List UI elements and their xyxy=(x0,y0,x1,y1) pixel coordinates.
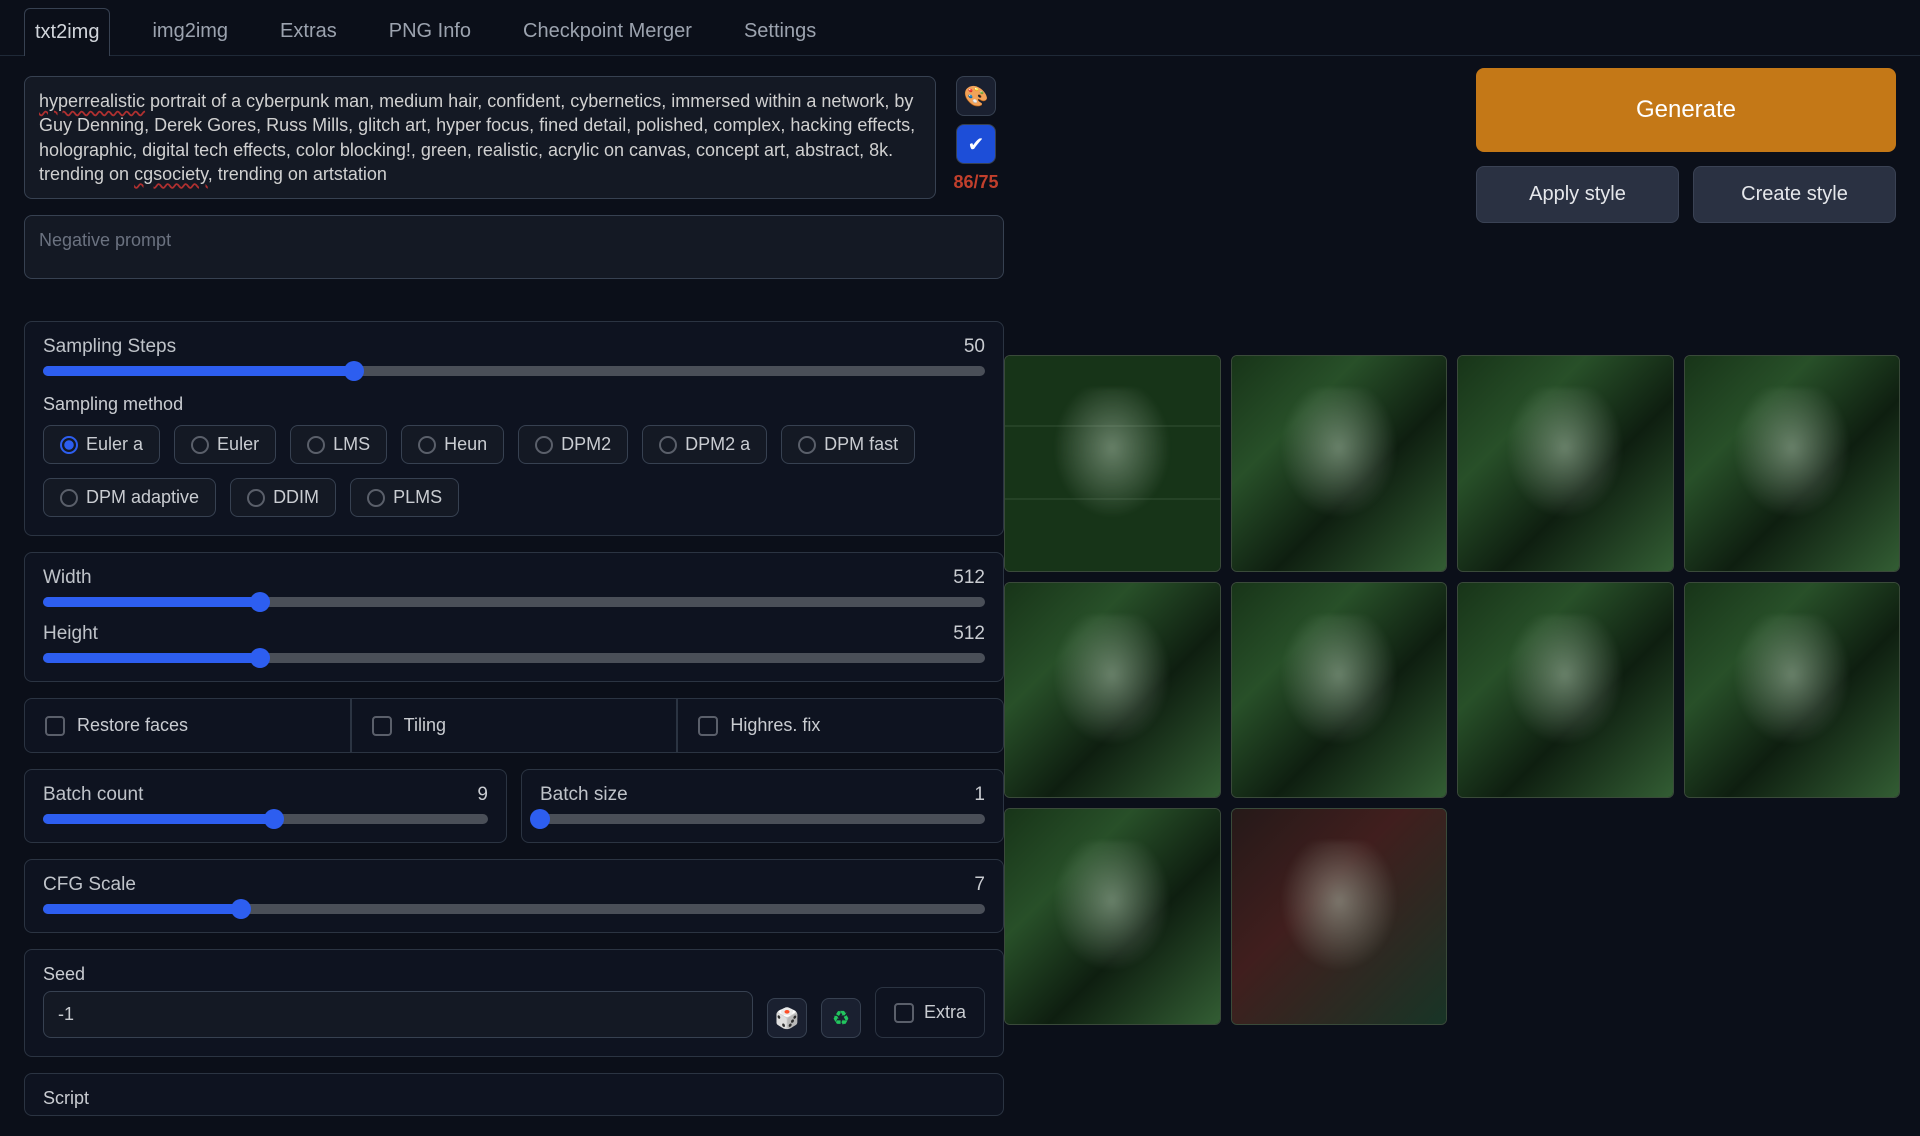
dimensions-panel: Width 512 Height 512 xyxy=(24,552,1004,682)
batch-size-value: 1 xyxy=(974,784,985,806)
width-label: Width xyxy=(43,567,92,589)
width-slider[interactable] xyxy=(43,597,985,607)
radio-dpmfast[interactable]: DPM fast xyxy=(781,425,915,464)
cfg-value: 7 xyxy=(974,874,985,896)
gallery-thumb[interactable] xyxy=(1684,355,1901,572)
apply-style-button[interactable]: Apply style xyxy=(1476,166,1679,223)
tab-txt2img[interactable]: txt2img xyxy=(24,8,110,56)
gallery-thumb[interactable] xyxy=(1457,355,1674,572)
negative-prompt-input[interactable]: Negative prompt xyxy=(24,215,1004,279)
prompt-text-end: , trending on artstation xyxy=(208,164,387,184)
batch-count-panel: Batch count 9 xyxy=(24,769,507,843)
cfg-label: CFG Scale xyxy=(43,874,136,896)
radio-dpmadaptive[interactable]: DPM adaptive xyxy=(43,478,216,517)
radio-dpm2a[interactable]: DPM2 a xyxy=(642,425,767,464)
gallery-thumb[interactable] xyxy=(1457,582,1674,799)
sampling-steps-slider[interactable] xyxy=(43,366,985,376)
seed-input[interactable] xyxy=(43,991,753,1038)
radio-dpm2[interactable]: DPM2 xyxy=(518,425,628,464)
gallery-thumb[interactable] xyxy=(1231,808,1448,1025)
batch-size-label: Batch size xyxy=(540,784,628,806)
palette-icon[interactable]: 🎨 xyxy=(956,76,996,116)
radio-ddim[interactable]: DDIM xyxy=(230,478,336,517)
dice-icon[interactable]: 🎲 xyxy=(767,998,807,1038)
script-label: Script xyxy=(43,1088,985,1109)
radio-plms[interactable]: PLMS xyxy=(350,478,459,517)
restore-faces-checkbox[interactable]: Restore faces xyxy=(24,698,351,753)
batch-count-value: 9 xyxy=(477,784,488,806)
check-icon[interactable]: ✔ xyxy=(956,124,996,164)
sampling-method-label: Sampling method xyxy=(43,394,985,415)
radio-euler-a[interactable]: Euler a xyxy=(43,425,160,464)
gallery-thumb[interactable] xyxy=(1004,582,1221,799)
create-style-button[interactable]: Create style xyxy=(1693,166,1896,223)
tab-img2img[interactable]: img2img xyxy=(142,8,238,55)
batch-count-label: Batch count xyxy=(43,784,143,806)
generate-button[interactable]: Generate xyxy=(1476,68,1896,152)
sampling-method-group: Euler a Euler LMS Heun DPM2 DPM2 a DPM f… xyxy=(43,425,985,517)
height-slider[interactable] xyxy=(43,653,985,663)
cfg-slider[interactable] xyxy=(43,904,985,914)
prompt-word-2: cgsociety xyxy=(134,164,208,184)
height-label: Height xyxy=(43,623,98,645)
cfg-panel: CFG Scale 7 xyxy=(24,859,1004,933)
tiling-checkbox[interactable]: Tiling xyxy=(351,698,678,753)
options-row: Restore faces Tiling Highres. fix xyxy=(24,698,1004,753)
batch-count-slider[interactable] xyxy=(43,814,488,824)
highres-fix-checkbox[interactable]: Highres. fix xyxy=(677,698,1004,753)
gallery-thumb[interactable] xyxy=(1231,582,1448,799)
tab-extras[interactable]: Extras xyxy=(270,8,347,55)
prompt-word-1: hyperrealistic xyxy=(39,91,145,111)
height-value: 512 xyxy=(953,623,985,645)
radio-euler[interactable]: Euler xyxy=(174,425,276,464)
output-gallery xyxy=(1004,355,1900,1025)
recycle-icon[interactable]: ♻ xyxy=(821,998,861,1038)
gallery-thumb[interactable] xyxy=(1004,808,1221,1025)
sampling-panel: Sampling Steps 50 Sampling method Euler a… xyxy=(24,321,1004,536)
radio-lms[interactable]: LMS xyxy=(290,425,387,464)
batch-size-slider[interactable] xyxy=(540,814,985,824)
prompt-input[interactable]: hyperrealistic portrait of a cyberpunk m… xyxy=(24,76,936,199)
seed-label: Seed xyxy=(43,964,753,985)
width-value: 512 xyxy=(953,567,985,589)
sampling-steps-value: 50 xyxy=(964,336,985,358)
tab-pnginfo[interactable]: PNG Info xyxy=(379,8,481,55)
sampling-steps-label: Sampling Steps xyxy=(43,336,176,358)
radio-heun[interactable]: Heun xyxy=(401,425,504,464)
batch-size-panel: Batch size 1 xyxy=(521,769,1004,843)
gallery-thumb[interactable] xyxy=(1004,355,1221,572)
seed-panel: Seed 🎲 ♻ Extra xyxy=(24,949,1004,1057)
gallery-thumb[interactable] xyxy=(1231,355,1448,572)
tabs: txt2img img2img Extras PNG Info Checkpoi… xyxy=(0,0,1920,56)
gallery-thumb[interactable] xyxy=(1684,582,1901,799)
tab-settings[interactable]: Settings xyxy=(734,8,826,55)
seed-extra-checkbox[interactable]: Extra xyxy=(875,987,985,1038)
token-counter: 86/75 xyxy=(953,172,998,193)
tab-checkpoint-merger[interactable]: Checkpoint Merger xyxy=(513,8,702,55)
